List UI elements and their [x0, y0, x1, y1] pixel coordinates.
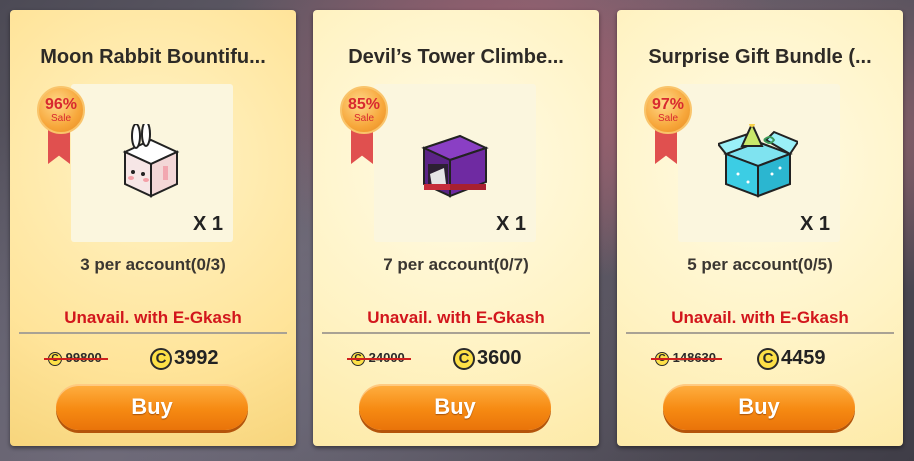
payment-notice: Unavail. with E-Gkash: [367, 308, 545, 327]
discount-percent: 96%: [44, 96, 78, 113]
sale-label: Sale: [657, 113, 678, 124]
product-card: Surprise Gift Bundle (... X 1 97% Sale 5…: [617, 10, 903, 446]
strikethrough-line: [347, 358, 411, 360]
discount-percent: 85%: [347, 96, 381, 113]
sale-price-value: 3992: [174, 347, 219, 369]
item-quantity: X 1: [799, 213, 830, 235]
strikethrough-line: [44, 358, 108, 360]
original-price: C 148630: [651, 350, 723, 366]
buy-button[interactable]: Buy: [663, 384, 855, 430]
item-quantity: X 1: [192, 213, 223, 235]
sale-price-value: 4459: [781, 347, 826, 369]
item-quantity: X 1: [495, 213, 526, 235]
rabbit-box-icon: [122, 124, 180, 198]
payment-notice: Unavail. with E-Gkash: [64, 308, 242, 327]
divider: [626, 332, 894, 334]
purchase-limit: 3 per account(0/3): [80, 255, 226, 274]
item-preview: X 1: [71, 84, 233, 242]
sale-price-value: 3600: [477, 347, 522, 369]
product-card: Devil’s Tower Climbe... X 1 85% Sale 7 p…: [313, 10, 599, 446]
sale-label: Sale: [353, 113, 374, 124]
sale-label: Sale: [50, 113, 71, 124]
product-title: Devil’s Tower Climbe...: [348, 46, 564, 68]
coin-icon: C: [453, 347, 475, 370]
sale-price: C 3992: [150, 347, 219, 370]
devil-tower-box-icon: [421, 134, 489, 198]
gift-box-icon: [718, 124, 798, 198]
buy-button[interactable]: Buy: [56, 384, 248, 430]
discount-badge: 97% Sale: [644, 86, 692, 134]
buy-button[interactable]: Buy: [359, 384, 551, 430]
divider: [19, 332, 287, 334]
coin-icon: C: [150, 347, 172, 370]
strikethrough-line: [651, 358, 723, 360]
discount-medal: 96% Sale: [37, 86, 87, 174]
payment-notice: Unavail. with E-Gkash: [671, 308, 849, 327]
coin-icon: C: [757, 347, 779, 370]
discount-percent: 97%: [651, 96, 685, 113]
original-price: C 99800: [44, 350, 108, 366]
original-price: C 24000: [347, 350, 411, 366]
sale-price: C 4459: [757, 347, 826, 370]
product-card: Moon Rabbit Bountifu... X 1 96% Sale 3 p…: [10, 10, 296, 446]
sale-price: C 3600: [453, 347, 522, 370]
item-preview: X 1: [678, 84, 840, 242]
item-preview: X 1: [374, 84, 536, 242]
purchase-limit: 5 per account(0/5): [687, 255, 833, 274]
purchase-limit: 7 per account(0/7): [383, 255, 529, 274]
discount-medal: 85% Sale: [340, 86, 390, 174]
discount-medal: 97% Sale: [644, 86, 694, 174]
divider: [322, 332, 590, 334]
product-title: Surprise Gift Bundle (...: [648, 46, 872, 68]
discount-badge: 96% Sale: [37, 86, 85, 134]
product-title: Moon Rabbit Bountifu...: [40, 46, 266, 68]
discount-badge: 85% Sale: [340, 86, 388, 134]
